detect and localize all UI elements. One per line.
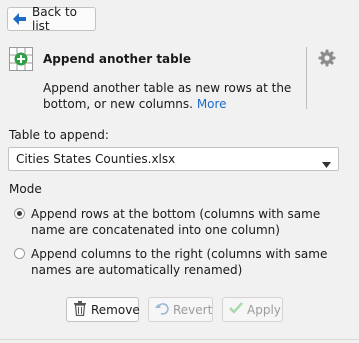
gear-icon[interactable] [318, 49, 336, 70]
radio-button[interactable] [14, 248, 25, 259]
checkmark-icon [229, 302, 243, 317]
remove-label: Remove [91, 302, 140, 317]
revert-label: Revert [173, 302, 213, 317]
revert-button[interactable]: Revert [148, 297, 213, 322]
apply-label: Apply [247, 302, 281, 317]
trash-icon [73, 300, 87, 319]
mode-option-append-columns[interactable]: Append columns to the right (columns wit… [14, 246, 346, 278]
table-to-append-dropdown[interactable]: Cities States Counties.xlsx [8, 147, 339, 171]
mode-option-append-rows[interactable]: Append rows at the bottom (columns with … [14, 206, 346, 238]
widget-description-text: Append another table as new rows at the … [43, 81, 292, 111]
mode-label: Mode [9, 182, 42, 196]
undo-icon [155, 302, 169, 318]
divider [306, 47, 307, 109]
chevron-down-icon [322, 157, 331, 171]
table-to-append-value: Cities States Counties.xlsx [16, 152, 176, 166]
back-to-list-label: Back to list [32, 5, 77, 33]
more-link[interactable]: More [197, 97, 227, 111]
back-to-list-button[interactable]: Back to list [7, 5, 96, 33]
mode-option-label: Append columns to the right (columns wit… [31, 247, 328, 277]
mode-option-label: Append rows at the bottom (columns with … [31, 207, 321, 237]
table-to-append-label: Table to append: [9, 128, 109, 142]
widget-title: Append another table [43, 52, 191, 66]
remove-button[interactable]: Remove [66, 297, 140, 322]
append-table-icon [9, 47, 33, 71]
radio-button[interactable] [14, 208, 25, 219]
arrow-left-icon [13, 13, 27, 25]
apply-button[interactable]: Apply [222, 297, 283, 322]
widget-description: Append another table as new rows at the … [43, 80, 305, 112]
divider [0, 339, 359, 340]
